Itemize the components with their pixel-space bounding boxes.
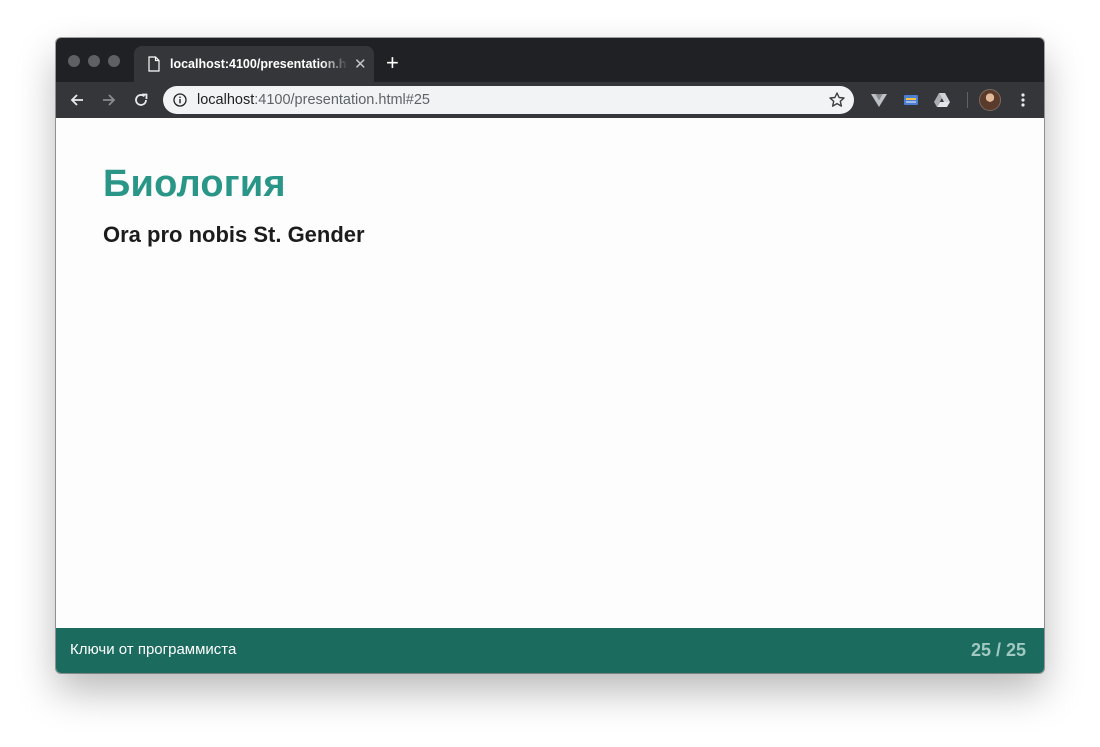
slide-title: Биология	[103, 163, 286, 205]
profile-avatar[interactable]	[979, 89, 1001, 111]
active-tab[interactable]: localhost:4100/presentation.html#25 ✕	[134, 46, 374, 82]
extension-icon[interactable]	[902, 91, 920, 109]
page-icon	[148, 56, 160, 72]
plus-icon[interactable]: +	[386, 52, 399, 74]
url-text: localhost:4100/presentation.html#25	[197, 92, 430, 108]
toolbar-divider	[967, 92, 968, 108]
minimize-window-button[interactable]	[88, 55, 100, 67]
info-icon[interactable]	[173, 93, 187, 107]
forward-arrow-icon[interactable]	[100, 91, 118, 109]
url-path: :4100/presentation.html#25	[254, 92, 430, 108]
google-drive-icon[interactable]	[933, 91, 951, 109]
footer-title: Ключи от программиста	[70, 641, 237, 658]
more-vert-icon[interactable]	[1014, 91, 1032, 109]
toolbar: localhost:4100/presentation.html#25	[56, 82, 1044, 118]
page-counter: 25 / 25	[970, 640, 1026, 660]
slide-subtitle: Ora pro nobis St. Gender	[103, 222, 365, 247]
reload-icon[interactable]	[132, 91, 150, 109]
close-window-button[interactable]	[68, 55, 80, 67]
star-icon[interactable]	[828, 91, 846, 109]
close-icon[interactable]: ✕	[354, 57, 367, 72]
tab-title: localhost:4100/presentation.html#25	[170, 57, 348, 71]
slide-content: Биология Ora pro nobis St. Gender	[56, 118, 1044, 628]
browser-window: localhost:4100/presentation.html#25 ✕ + …	[56, 38, 1044, 673]
back-arrow-icon[interactable]	[68, 91, 86, 109]
url-host: localhost	[197, 92, 255, 108]
slide-footer: Ключи от программиста 25 / 25	[56, 628, 1044, 673]
address-bar[interactable]: localhost:4100/presentation.html#25	[163, 86, 854, 114]
zoom-window-button[interactable]	[108, 55, 120, 67]
tab-bar: localhost:4100/presentation.html#25 ✕ +	[56, 38, 1044, 82]
vue-devtools-icon[interactable]	[870, 91, 888, 109]
